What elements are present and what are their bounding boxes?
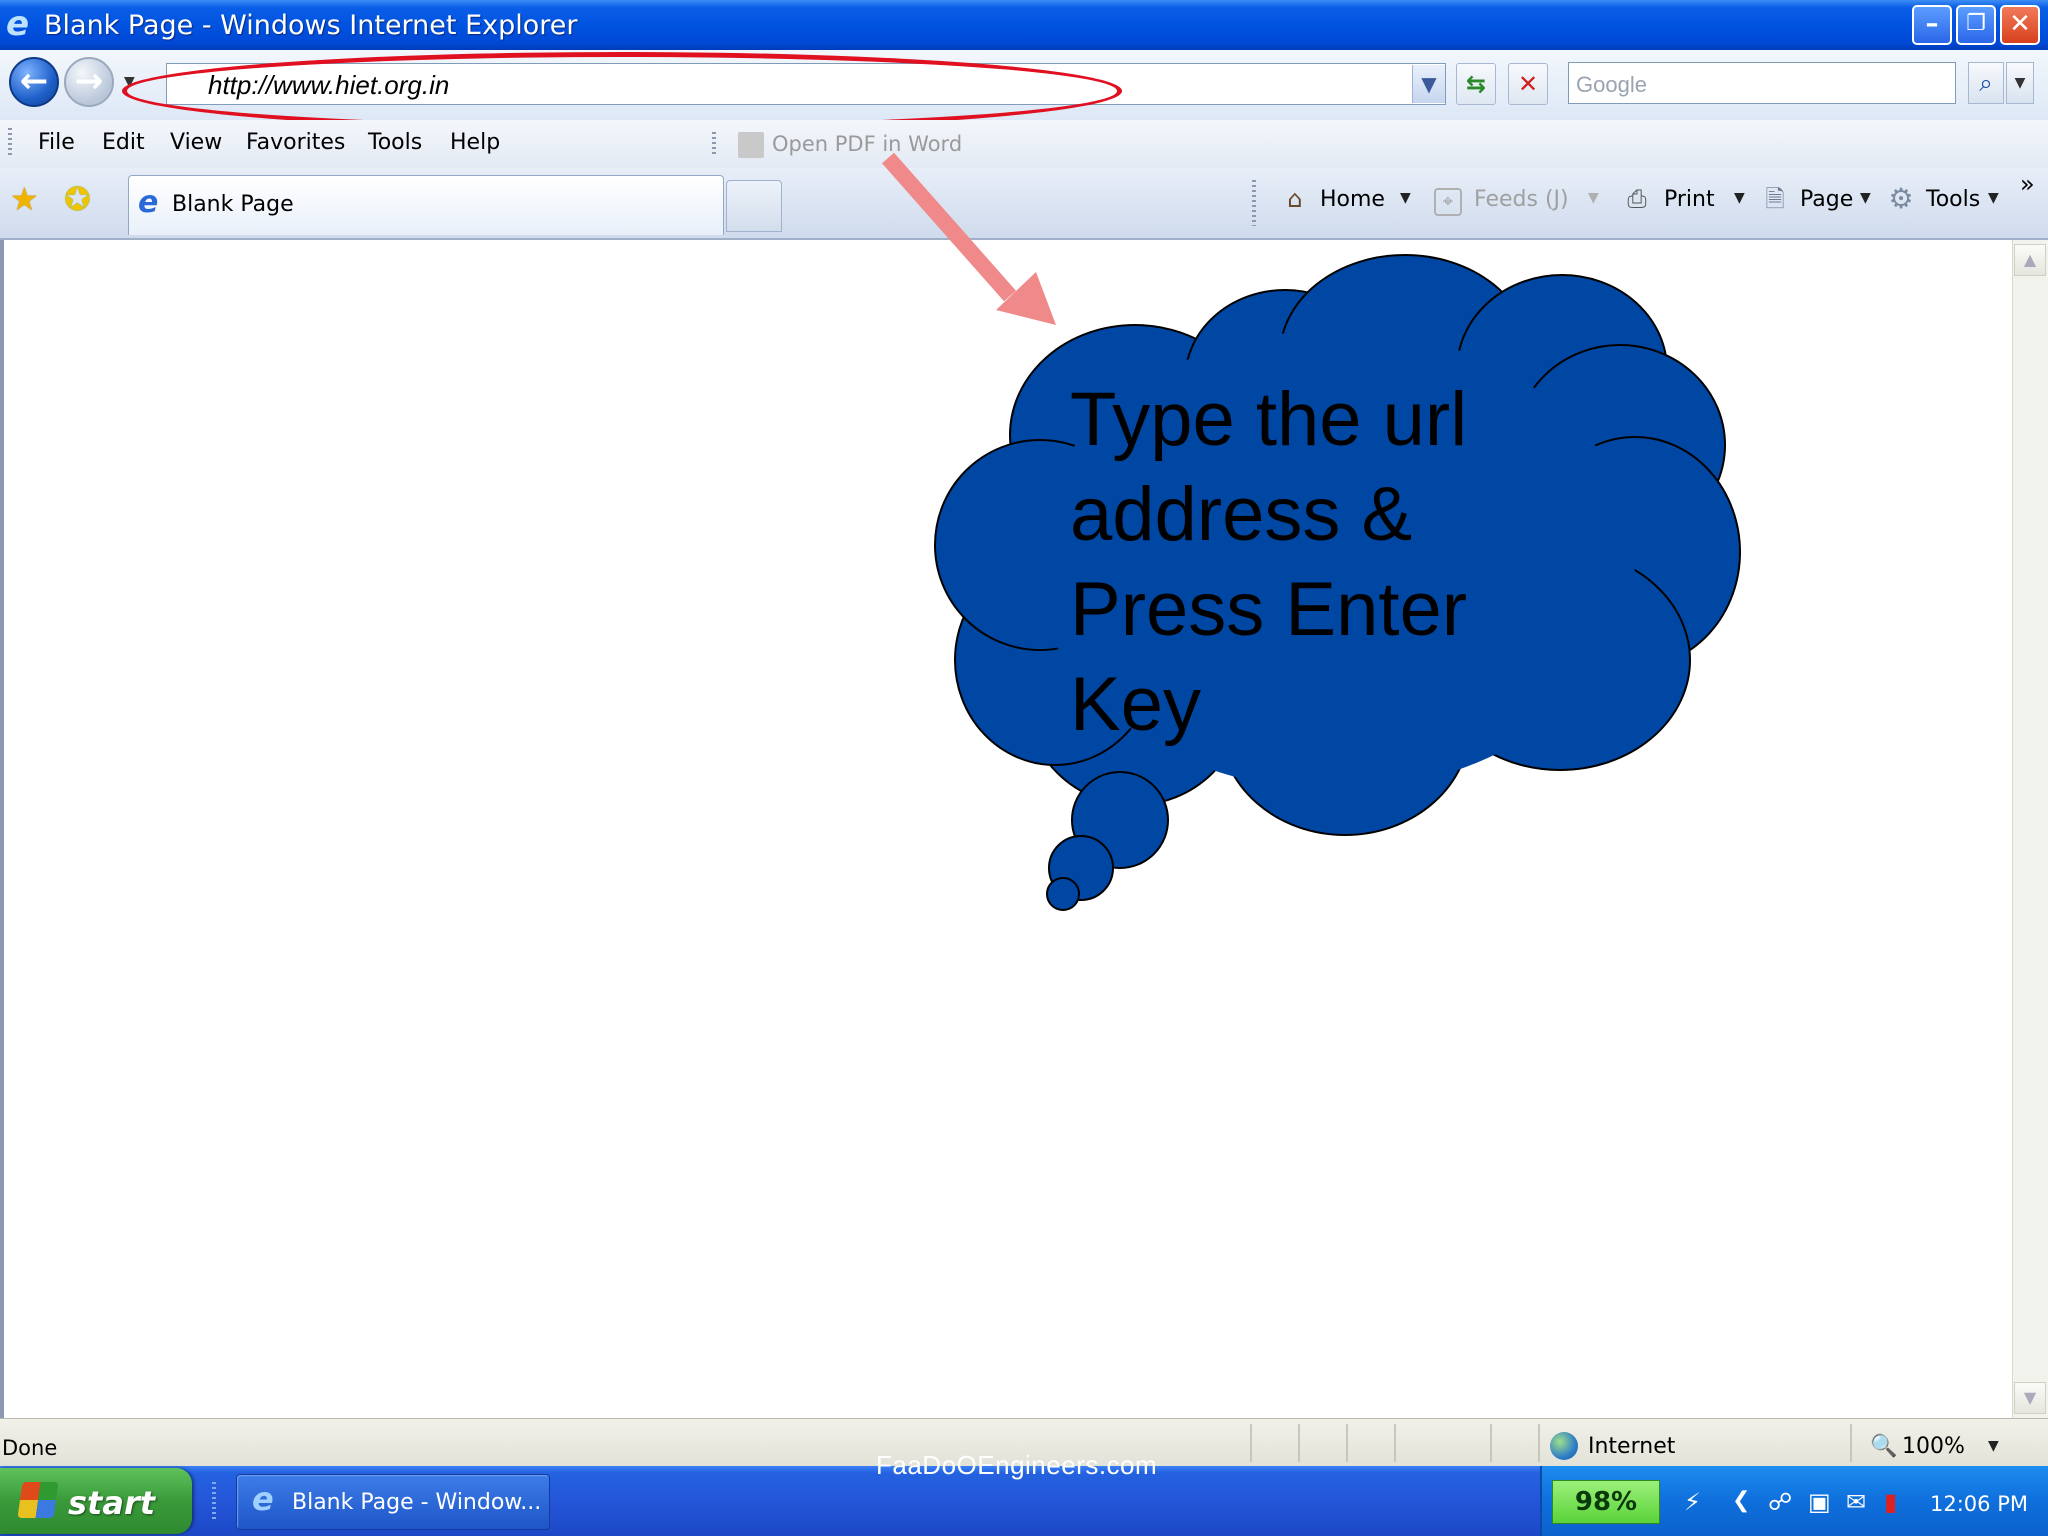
status-divider bbox=[1298, 1424, 1300, 1462]
status-text: Done bbox=[2, 1436, 58, 1460]
cloud-text-line: Key bbox=[1070, 662, 1201, 747]
start-label: start bbox=[68, 1484, 156, 1522]
status-divider bbox=[1394, 1424, 1396, 1462]
zoom-dropdown[interactable]: ▼ bbox=[1988, 1438, 1999, 1454]
ie-taskbar-icon: e bbox=[252, 1480, 274, 1518]
taskbar-grip bbox=[212, 1482, 216, 1522]
status-divider bbox=[1490, 1424, 1492, 1462]
system-clock[interactable]: 12:06 PM bbox=[1930, 1492, 2028, 1516]
power-plug-icon[interactable]: ⚡ bbox=[1684, 1488, 1701, 1516]
show-hidden-icons-button[interactable]: ❮ bbox=[1732, 1488, 1750, 1513]
security-zone[interactable]: Internet bbox=[1588, 1434, 1675, 1459]
network-icon[interactable]: ☍ bbox=[1768, 1488, 1792, 1516]
zoom-icon: 🔍 bbox=[1870, 1434, 1898, 1459]
cloud-text-line: Type the url bbox=[1070, 377, 1467, 462]
meter-icon[interactable]: ▮ bbox=[1884, 1488, 1897, 1516]
cloud-text-line: address & bbox=[1070, 472, 1412, 557]
status-divider bbox=[1346, 1424, 1348, 1462]
taskbar-window-label: Blank Page - Window... bbox=[292, 1490, 542, 1515]
pointer-arrow bbox=[882, 152, 1056, 325]
battery-indicator[interactable]: 98% bbox=[1552, 1480, 1660, 1524]
cloud-text-line: Press Enter bbox=[1070, 567, 1467, 652]
status-divider bbox=[1538, 1424, 1540, 1462]
zoom-level[interactable]: 100% bbox=[1902, 1434, 1965, 1459]
callout-overlay: Type the url address & Press Enter Key bbox=[882, 152, 1741, 911]
globe-icon bbox=[1550, 1432, 1578, 1460]
messenger-icon[interactable]: ✉ bbox=[1846, 1488, 1866, 1516]
watermark-text: FaaDoOEngineers.com bbox=[876, 1450, 1158, 1480]
status-divider bbox=[1250, 1424, 1252, 1462]
status-divider bbox=[1850, 1424, 1852, 1462]
monitor-icon[interactable]: ▣ bbox=[1808, 1488, 1831, 1516]
windows-flag-icon bbox=[17, 1482, 59, 1518]
